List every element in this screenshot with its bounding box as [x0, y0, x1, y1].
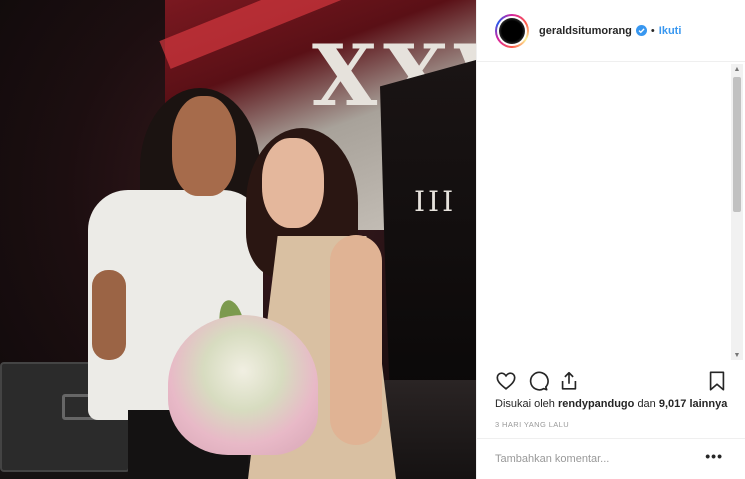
share-icon[interactable] [558, 370, 580, 392]
heart-icon[interactable] [495, 370, 517, 392]
avatar-story-ring[interactable] [495, 13, 529, 48]
comment-input[interactable] [495, 453, 695, 465]
likes-prefix: Disukai oleh [495, 398, 555, 410]
scrollbar-thumb[interactable] [733, 77, 741, 212]
piano [380, 60, 476, 390]
bouquet [168, 315, 318, 455]
likes-count-link[interactable]: 9,017 lainnya [659, 398, 728, 410]
scroll-down-arrow-icon[interactable]: ▼ [731, 350, 743, 360]
post-photo[interactable]: XXV III [0, 0, 476, 479]
woman-face [262, 138, 324, 228]
scroll-up-arrow-icon[interactable]: ▲ [731, 64, 743, 74]
man-face [172, 96, 236, 196]
verified-badge-icon [635, 25, 647, 36]
woman-arm [330, 235, 382, 445]
separator-dot: • [650, 24, 655, 37]
more-options-icon[interactable]: ••• [705, 448, 723, 464]
username-link[interactable]: geraldsitumorang [539, 25, 632, 37]
comment-icon[interactable] [527, 370, 549, 392]
liked-by-user-link[interactable]: rendypandugo [558, 398, 634, 410]
man-arm [92, 270, 126, 360]
post-header: geraldsitumorang • Ikuti [477, 0, 745, 62]
post-side-panel: geraldsitumorang • Ikuti Disukai oleh re… [476, 0, 745, 479]
follow-button[interactable]: Ikuti [659, 25, 682, 37]
likes-summary: Disukai oleh rendypandugo dan 9,017 lain… [495, 398, 727, 410]
bookmark-icon[interactable] [706, 370, 728, 392]
avatar [499, 17, 525, 44]
stage-text-small: III [414, 185, 457, 218]
comments-area[interactable] [477, 62, 745, 362]
likes-middle: dan [637, 398, 656, 410]
action-bar [495, 370, 731, 394]
post-timestamp[interactable]: 3 HARI YANG LALU [495, 420, 569, 429]
